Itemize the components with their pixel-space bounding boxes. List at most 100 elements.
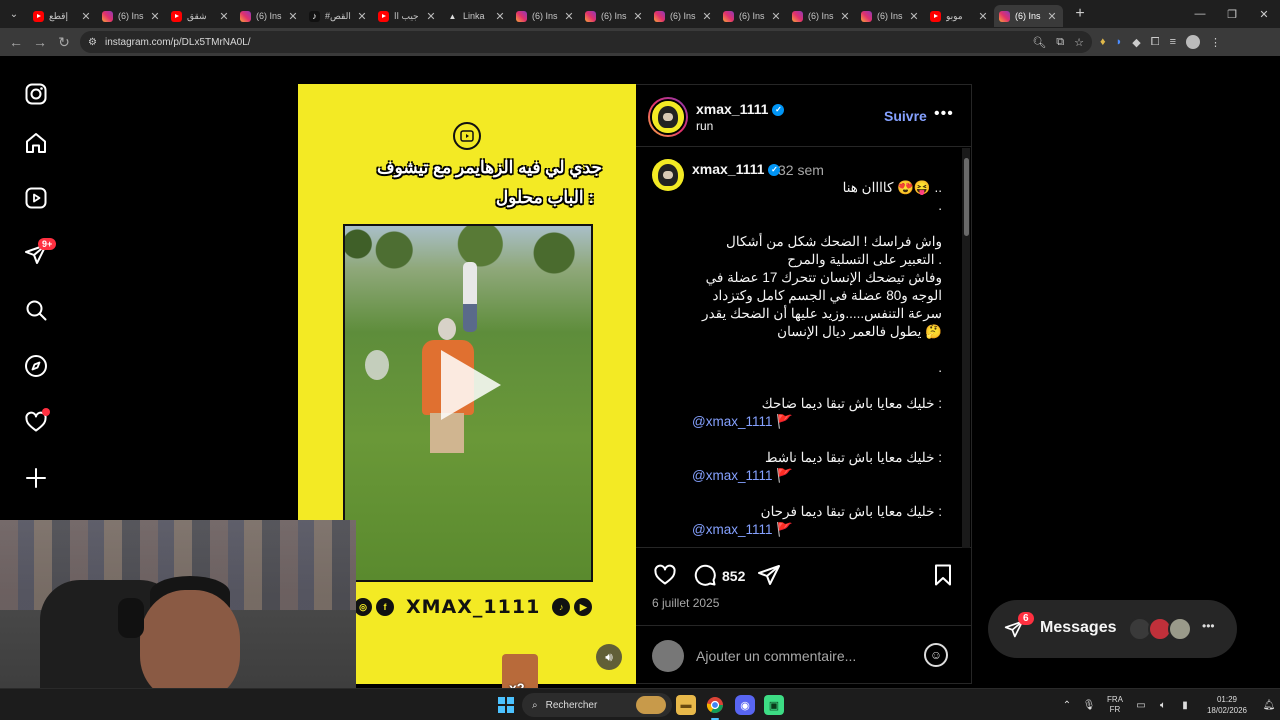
instagram-logo-icon[interactable]	[22, 80, 50, 108]
extension-icon[interactable]: ♦	[1100, 36, 1106, 48]
bookmark-star-icon[interactable]: ☆	[1074, 36, 1084, 49]
browser-tab[interactable]: (6) Ins ✕	[856, 5, 925, 27]
notification-dot	[42, 408, 50, 416]
audio-subtitle[interactable]: run	[696, 119, 713, 133]
tab-title: Linka	[463, 11, 485, 21]
browser-tab[interactable]: (6) Ins ✕	[580, 5, 649, 27]
maximize-button[interactable]: ❐	[1216, 0, 1248, 28]
browser-tab[interactable]: ♪ #القص ✕	[304, 5, 373, 27]
close-tab-icon[interactable]: ✕	[149, 10, 161, 23]
close-tab-icon[interactable]: ✕	[563, 10, 575, 23]
extension-icon[interactable]: ◆	[1132, 36, 1140, 49]
messages-drawer-button[interactable]: 6 Messages •••	[988, 600, 1237, 658]
caption-line	[692, 431, 942, 449]
close-tab-icon[interactable]: ✕	[839, 10, 851, 23]
profile-avatar[interactable]	[1185, 35, 1200, 49]
caption-mention-link[interactable]: @xmax_1111 🚩	[692, 413, 942, 431]
microphone-icon[interactable]: 🎙︎	[1078, 700, 1100, 711]
browser-tab[interactable]: إقطع ✕	[28, 5, 97, 27]
direct-messages-icon[interactable]: 9+	[22, 238, 57, 268]
browser-tab[interactable]: (6) Ins ✕	[235, 5, 304, 27]
browser-tab[interactable]: شقق ✕	[166, 5, 235, 27]
share-send-icon[interactable]	[756, 562, 782, 588]
volume-icon[interactable]: 🔈︎	[1152, 700, 1174, 711]
reels-icon[interactable]	[22, 184, 50, 212]
minimize-button[interactable]: —	[1184, 0, 1216, 28]
close-tab-icon[interactable]: ✕	[80, 10, 92, 23]
browser-tab[interactable]: (6) Ins ✕	[97, 5, 166, 27]
close-tab-icon[interactable]: ✕	[425, 10, 437, 23]
input-language[interactable]: FRA FR	[1100, 695, 1130, 715]
notification-bell-icon[interactable]: 🔔︎	[1258, 700, 1280, 711]
notifications-heart-icon[interactable]	[22, 408, 50, 436]
close-tab-icon[interactable]: ✕	[977, 10, 989, 23]
app-icon[interactable]: ▣	[764, 695, 784, 715]
site-info-icon[interactable]: ⚙	[88, 37, 97, 48]
network-icon[interactable]: ▭	[1130, 700, 1152, 711]
close-tab-icon[interactable]: ✕	[632, 10, 644, 23]
extension-icon[interactable]: ◗	[1116, 36, 1123, 48]
browser-tab[interactable]: (6) Ins ✕	[718, 5, 787, 27]
browser-tab[interactable]: (6) Ins ✕	[994, 5, 1063, 27]
comment-bubble-icon[interactable]	[692, 562, 718, 588]
close-tab-icon[interactable]: ✕	[701, 10, 713, 23]
caption-mention-link[interactable]: @xmax_1111 🚩	[692, 521, 942, 539]
close-tab-icon[interactable]: ✕	[218, 10, 230, 23]
save-bookmark-icon[interactable]	[930, 562, 956, 588]
battery-icon[interactable]: ▮	[1174, 700, 1196, 711]
author-username[interactable]: xmax_1111 ✓	[696, 101, 785, 117]
file-explorer-icon[interactable]: ▬	[676, 695, 696, 715]
like-heart-icon[interactable]	[652, 562, 678, 588]
zoom-icon[interactable]: 🔍︎	[1032, 36, 1046, 49]
search-icon[interactable]	[22, 296, 50, 324]
caption-author-avatar[interactable]	[652, 159, 684, 191]
browser-menu-icon[interactable]: ⋮	[1210, 36, 1221, 49]
emoji-icon[interactable]: ☺	[924, 643, 948, 667]
youtube-favicon-icon	[171, 10, 182, 22]
browser-tab[interactable]: (6) Ins ✕	[649, 5, 718, 27]
explore-icon[interactable]	[22, 352, 50, 380]
verified-badge-icon: ✓	[772, 104, 785, 117]
caption-scrollbar-thumb[interactable]	[964, 158, 969, 236]
follow-button[interactable]: Suivre	[884, 108, 927, 124]
windows-start-icon[interactable]	[498, 697, 514, 713]
search-highlight-image[interactable]	[636, 696, 666, 714]
caption-username[interactable]: xmax_1111 ✓	[692, 161, 781, 177]
tab-search-button[interactable]: ⌄	[4, 4, 24, 24]
browser-tab[interactable]: (6) Ins ✕	[511, 5, 580, 27]
reload-button[interactable]: ↻	[52, 30, 76, 54]
forward-button[interactable]: →	[28, 30, 52, 54]
audio-toggle-icon[interactable]: 🔊︎	[596, 644, 622, 670]
author-avatar[interactable]	[648, 97, 688, 137]
back-button[interactable]: ←	[4, 30, 28, 54]
play-icon[interactable]	[441, 350, 501, 420]
tray-overflow-icon[interactable]: ⌃	[1056, 700, 1078, 711]
install-app-icon[interactable]: ⧉	[1056, 36, 1064, 49]
more-options-icon[interactable]: •••	[934, 105, 954, 123]
comment-input[interactable]: Ajouter un commentaire...	[696, 648, 856, 664]
chrome-icon[interactable]	[705, 695, 725, 720]
home-icon[interactable]	[22, 129, 50, 157]
close-tab-icon[interactable]: ✕	[356, 10, 368, 23]
close-window-button[interactable]: ✕	[1248, 0, 1280, 28]
puzzle-icon[interactable]: ⧠	[1151, 36, 1160, 49]
browser-tab[interactable]: ▲ Linka ✕	[442, 5, 511, 27]
caption-line: سرعة التنفس.....وزيد عليها أن الضحك يقدر	[702, 306, 942, 321]
close-tab-icon[interactable]: ✕	[908, 10, 920, 23]
reading-list-icon[interactable]: ≡	[1170, 36, 1176, 48]
new-tab-button[interactable]: +	[1069, 5, 1091, 23]
browser-tab[interactable]: جيب اا ✕	[373, 5, 442, 27]
discord-icon[interactable]: ◉	[735, 695, 755, 715]
browser-tab[interactable]: (6) Ins ✕	[787, 5, 856, 27]
clock[interactable]: 01:29 18/02/2026	[1196, 694, 1258, 716]
create-plus-icon[interactable]	[22, 464, 50, 492]
facebook-brand-icon: f	[376, 598, 394, 616]
caption-line	[692, 377, 942, 395]
close-tab-icon[interactable]: ✕	[1046, 10, 1058, 23]
address-bar[interactable]: ⚙ instagram.com/p/DLx5TMrNA0L/ 🔍︎ ⧉ ☆	[80, 31, 1092, 53]
close-tab-icon[interactable]: ✕	[770, 10, 782, 23]
caption-mention-link[interactable]: @xmax_1111 🚩	[692, 467, 942, 485]
close-tab-icon[interactable]: ✕	[494, 10, 506, 23]
close-tab-icon[interactable]: ✕	[287, 10, 299, 23]
browser-tab[interactable]: موبو ✕	[925, 5, 994, 27]
